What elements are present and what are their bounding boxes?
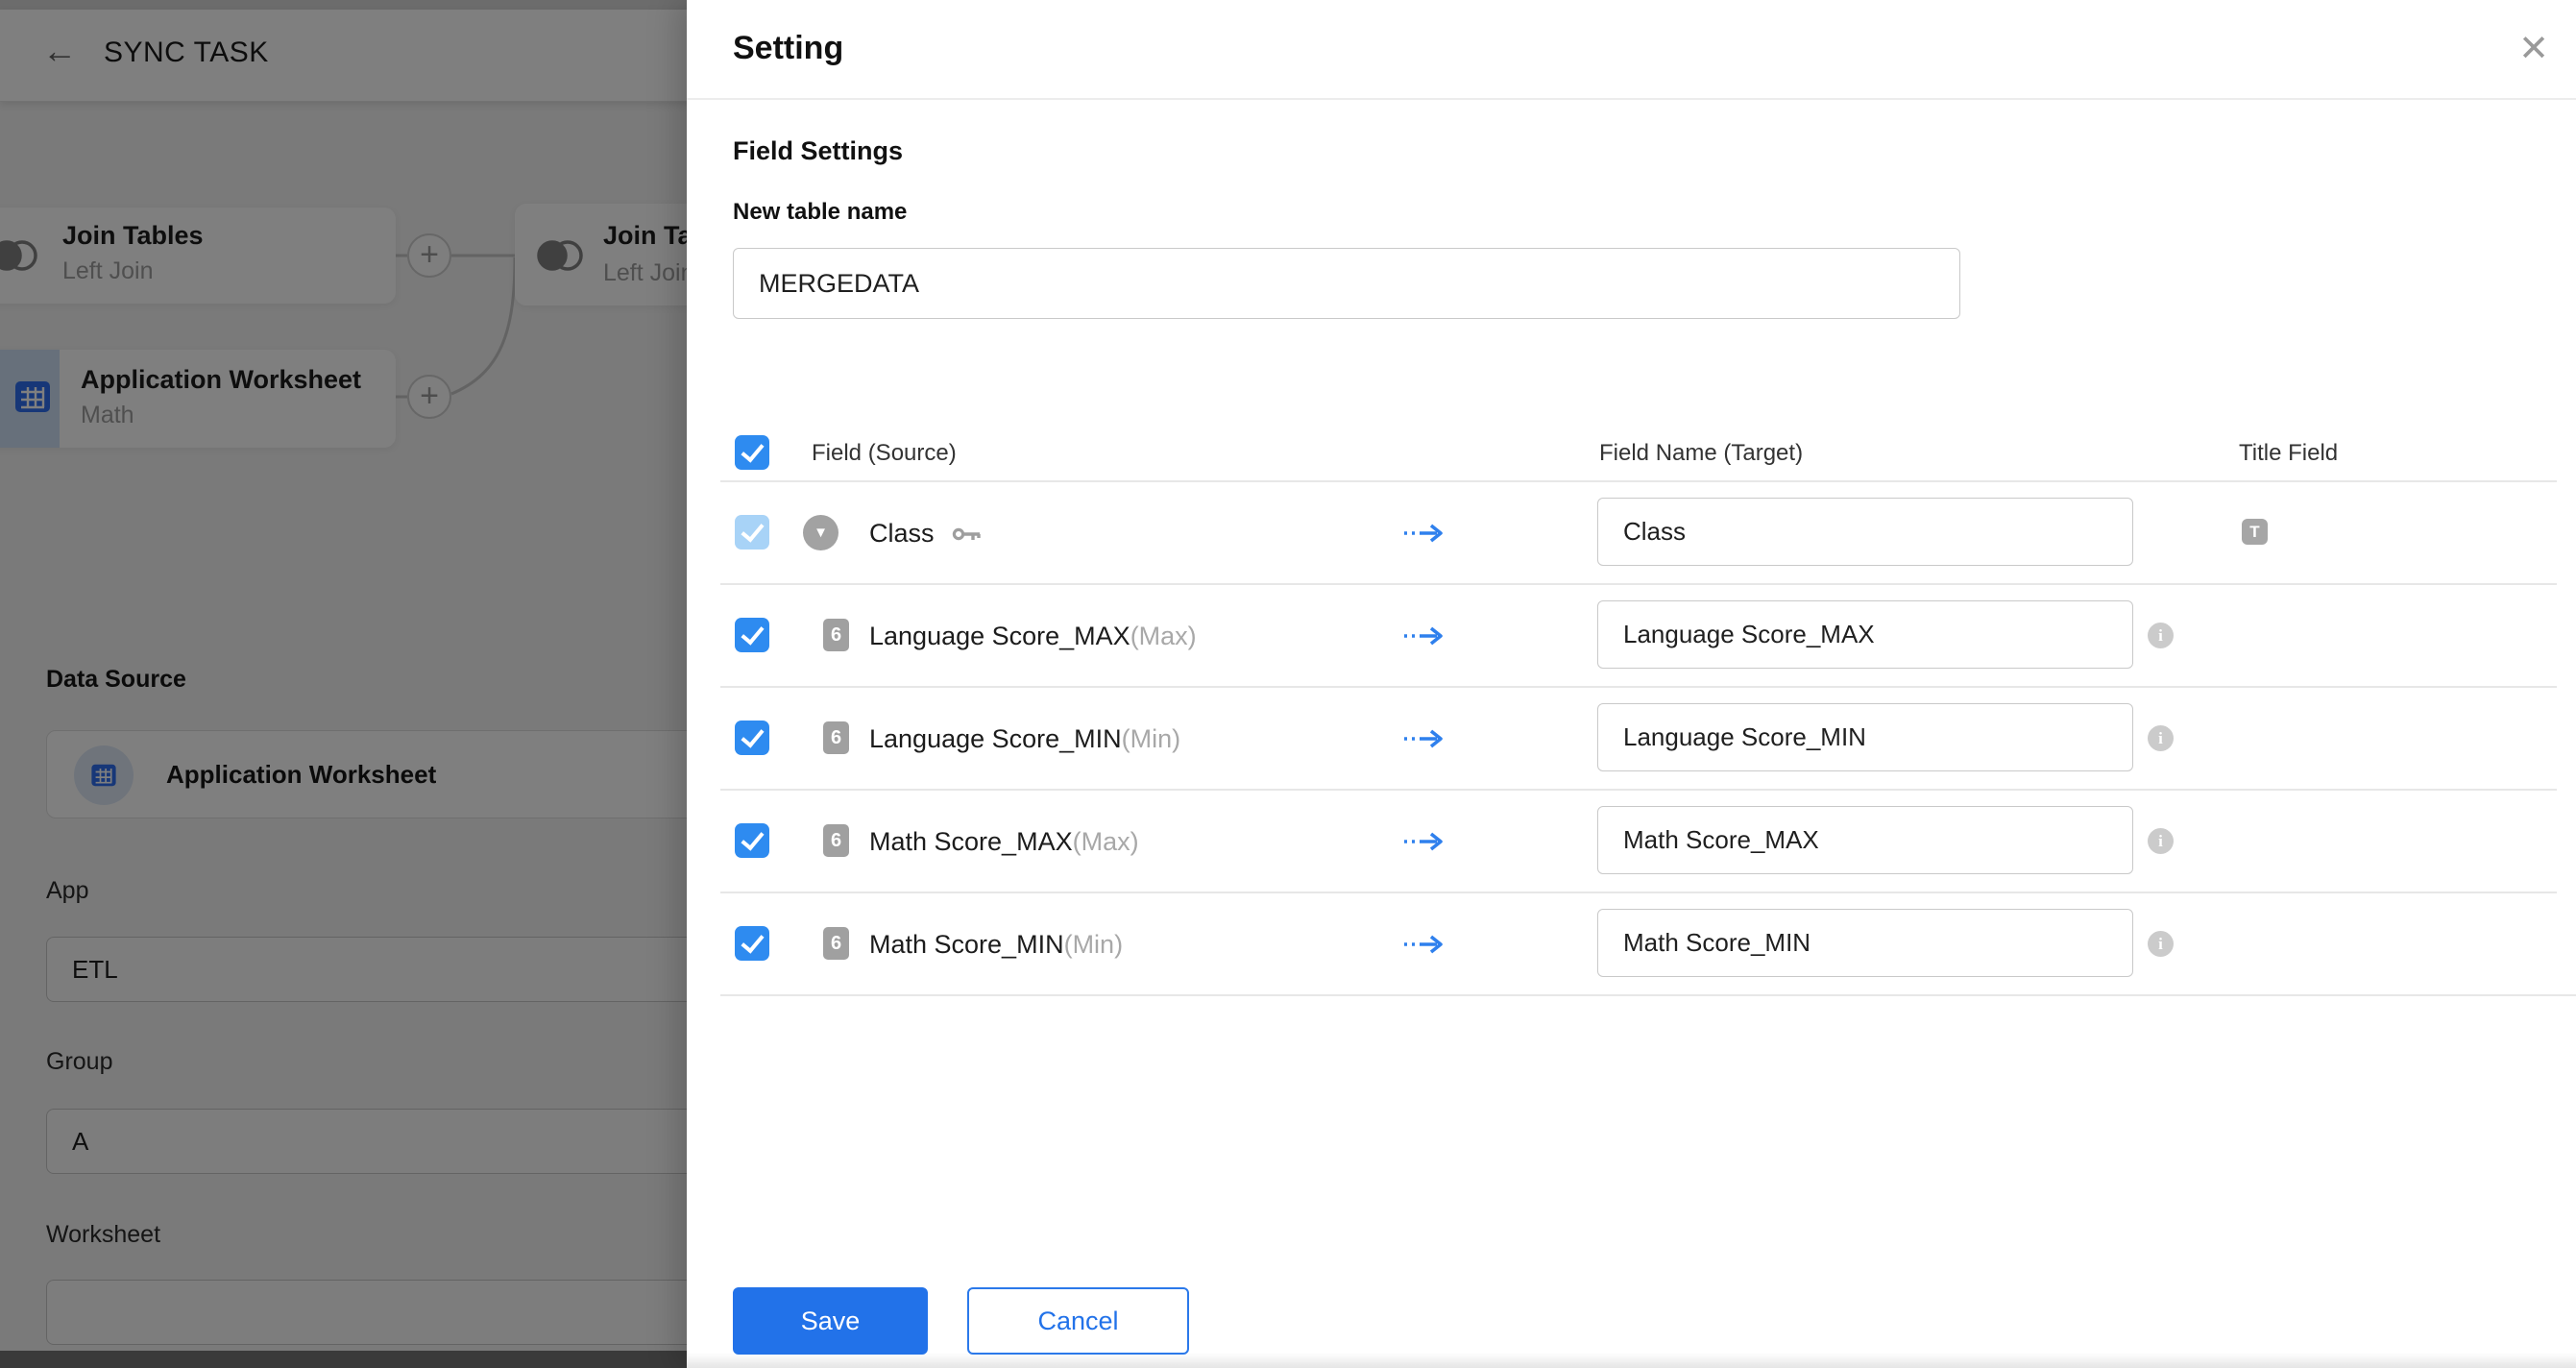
number-field-icon: 6 — [823, 619, 849, 651]
field-row-language-score-min: 6 Language Score_MIN(Min) i — [687, 686, 2576, 789]
save-button[interactable]: Save — [733, 1287, 928, 1355]
source-field-label: Language Score_MIN(Min) — [869, 724, 1180, 754]
source-field-label: Math Score_MIN(Min) — [869, 930, 1123, 960]
field-row-math-score-max: 6 Math Score_MAX(Max) i — [687, 789, 2576, 892]
source-field-suffix: (Max) — [1073, 827, 1139, 856]
column-title-field: Title Field — [2239, 440, 2338, 467]
mapping-arrow-icon — [1402, 934, 1446, 955]
source-field-text: Language Score_MIN — [869, 724, 1122, 753]
number-field-icon: 6 — [823, 927, 849, 960]
info-icon[interactable]: i — [2148, 931, 2174, 957]
field-row-math-score-min: 6 Math Score_MIN(Min) i — [687, 892, 2576, 994]
setting-panel: Setting ✕ Field Settings New table name … — [687, 0, 2576, 1368]
source-field-label: Math Score_MAX(Max) — [869, 827, 1139, 857]
row-checkbox[interactable] — [735, 823, 769, 858]
column-field-source: Field (Source) — [812, 440, 957, 467]
source-field-text: Language Score_MAX — [869, 622, 1130, 650]
row-divider — [720, 994, 2576, 996]
row-checkbox[interactable] — [735, 618, 769, 652]
close-icon[interactable]: ✕ — [2518, 31, 2549, 67]
setting-panel-header: Setting ✕ — [687, 0, 2576, 100]
row-divider — [720, 583, 2557, 585]
field-table-header: Field (Source) Field Name (Target) Title… — [687, 421, 2576, 480]
title-field-badge[interactable]: T — [2242, 519, 2268, 545]
mapping-arrow-icon — [1402, 831, 1446, 852]
mapping-arrow-icon — [1402, 625, 1446, 647]
field-row-class: ▼ Class T — [687, 480, 2576, 583]
source-field-suffix: (Max) — [1130, 622, 1197, 650]
setting-title: Setting — [733, 30, 843, 67]
select-all-checkbox[interactable] — [735, 435, 769, 470]
screen: ← SYNC TASK Join Tables Left Join — [0, 0, 2576, 1368]
target-field-input[interactable] — [1597, 703, 2133, 771]
source-field-text: Math Score_MAX — [869, 827, 1073, 856]
new-table-name-label: New table name — [733, 199, 907, 226]
source-field-suffix: (Min) — [1122, 724, 1181, 753]
target-field-input[interactable] — [1597, 498, 2133, 566]
panel-bottom-fade — [687, 1353, 2576, 1368]
source-field-text: Class — [869, 519, 935, 548]
target-field-input[interactable] — [1597, 600, 2133, 669]
source-field-text: Math Score_MIN — [869, 930, 1064, 959]
target-field-input[interactable] — [1597, 806, 2133, 874]
row-checkbox[interactable] — [735, 515, 769, 550]
info-icon[interactable]: i — [2148, 623, 2174, 648]
info-icon[interactable]: i — [2148, 828, 2174, 854]
row-divider — [720, 789, 2557, 791]
field-settings-heading: Field Settings — [733, 136, 903, 166]
row-divider — [720, 892, 2557, 893]
field-rows: ▼ Class T 6 Langu — [687, 480, 2576, 996]
source-field-label: Language Score_MAX(Max) — [869, 622, 1197, 651]
new-table-name-input[interactable] — [733, 248, 1960, 319]
number-field-icon: 6 — [823, 824, 849, 857]
column-field-name-target: Field Name (Target) — [1599, 440, 1803, 467]
info-icon[interactable]: i — [2148, 725, 2174, 751]
cancel-button[interactable]: Cancel — [967, 1287, 1189, 1355]
row-checkbox[interactable] — [735, 926, 769, 961]
mapping-arrow-icon — [1402, 523, 1446, 544]
mapping-arrow-icon — [1402, 728, 1446, 749]
key-icon — [952, 525, 983, 543]
row-checkbox[interactable] — [735, 721, 769, 755]
source-field-suffix: (Min) — [1064, 930, 1124, 959]
row-divider — [720, 686, 2557, 688]
modal-overlay[interactable] — [0, 0, 688, 1368]
number-field-icon: 6 — [823, 721, 849, 754]
chevron-down-icon[interactable]: ▼ — [803, 515, 838, 550]
field-row-language-score-max: 6 Language Score_MAX(Max) i — [687, 583, 2576, 686]
source-field-label: Class — [869, 519, 935, 549]
row-divider — [720, 480, 2557, 482]
target-field-input[interactable] — [1597, 909, 2133, 977]
